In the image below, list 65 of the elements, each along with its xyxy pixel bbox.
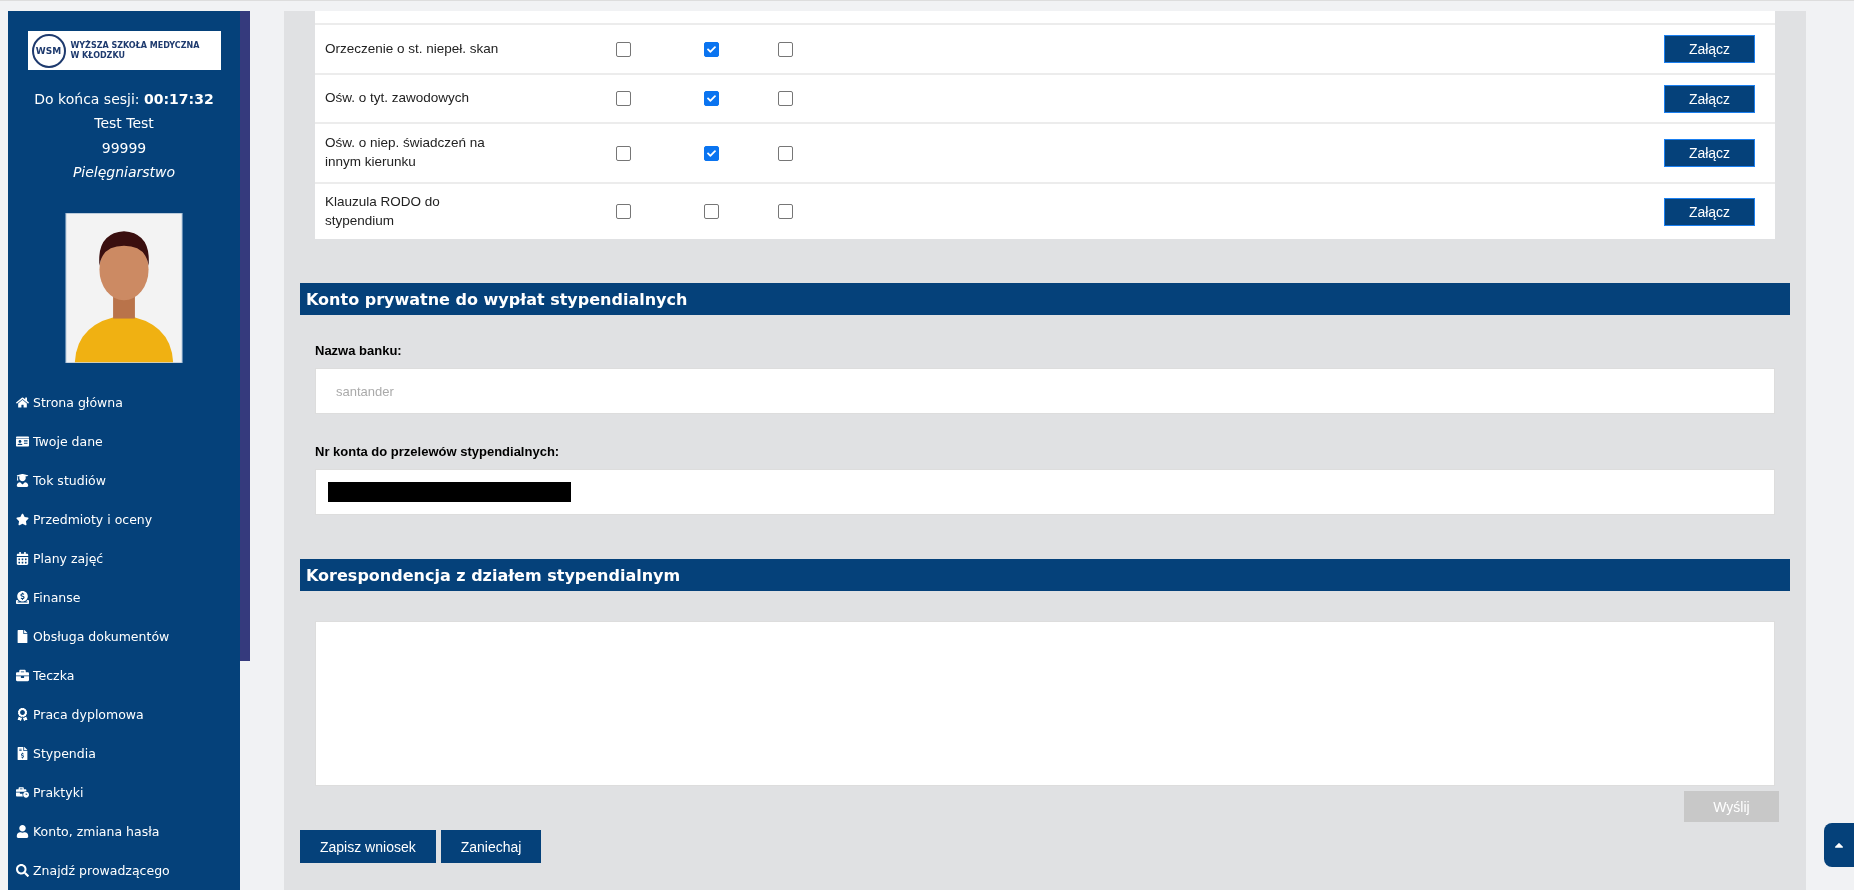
attach-button[interactable]: Załącz [1664, 139, 1755, 167]
study-program: Pielęgniarstwo [72, 162, 176, 181]
briefcase-clock-icon [16, 786, 29, 799]
checkbox[interactable] [778, 204, 793, 219]
checkbox[interactable] [704, 91, 719, 106]
star-icon [16, 513, 29, 526]
document-icon [16, 630, 29, 643]
menu-item[interactable]: Twoje dane [8, 422, 240, 461]
check-icon [707, 148, 716, 158]
checkbox[interactable] [616, 41, 631, 57]
menu-item[interactable]: Znajdź prowadzącego [8, 851, 240, 890]
session-timer: Do końca sesji: 00:17:32 [34, 90, 214, 109]
user-name: Test Test [94, 114, 154, 133]
table-cell-text: Ośw. o niep. świadczeń na innym kierunku [325, 134, 486, 171]
checkbox[interactable] [616, 145, 631, 161]
menu-item[interactable]: Tok studiów [8, 461, 240, 500]
attach-button[interactable]: Załącz [1664, 35, 1755, 63]
logo-text: WYŻSZA SZKOŁA MEDYCZNA W KŁODZKU [70, 40, 200, 61]
dollar-document-icon [16, 747, 29, 760]
checkbox[interactable] [704, 204, 719, 219]
scrollbar-thumb[interactable] [240, 11, 250, 661]
calendar-icon [16, 552, 29, 565]
table-cell-text: Orzeczenie o st. niepeł. skan [325, 39, 500, 58]
menu-item[interactable]: Stypendia [8, 734, 240, 773]
logo-monogram: WSM [31, 33, 66, 68]
user-id: 99999 [101, 138, 147, 157]
menu-item[interactable]: Praktyki [8, 773, 240, 812]
check-icon [707, 94, 716, 103]
action-button[interactable]: Zapisz wniosek [300, 830, 436, 863]
search-icon [16, 864, 29, 877]
checkbox[interactable] [616, 204, 631, 219]
graduate-icon [16, 474, 29, 487]
checkbox[interactable] [704, 41, 719, 57]
scroll-top-button[interactable] [1824, 823, 1854, 867]
table-cell-text: Klauzula RODO do stypendium [325, 192, 441, 230]
checkbox[interactable] [704, 145, 719, 161]
briefcase-icon [16, 669, 29, 682]
attach-button[interactable]: Załącz [1664, 197, 1755, 226]
section-header: Korespondencja z działem stypendialnym [300, 559, 1790, 591]
input-field[interactable]: santander [315, 368, 1775, 414]
award-icon [16, 708, 29, 721]
input-field[interactable] [315, 469, 1775, 515]
menu-item[interactable]: Strona główna [8, 383, 240, 422]
menu-item[interactable]: Przedmioty i oceny [8, 500, 240, 539]
menu-item[interactable]: Teczka [8, 656, 240, 695]
home-icon [16, 396, 29, 409]
field-label: Nazwa banku: [315, 343, 403, 358]
menu-item[interactable]: Plany zajęć [8, 539, 240, 578]
checkbox[interactable] [778, 41, 793, 57]
coin-hand-icon [16, 591, 29, 604]
action-button[interactable]: Zaniechaj [440, 830, 542, 863]
attach-button[interactable]: Załącz [1664, 84, 1755, 113]
checkbox[interactable] [616, 91, 631, 106]
table-cell-text: Ośw. o tyt. zawodowych [325, 89, 471, 108]
menu-item[interactable]: Obsługa dokumentów [8, 617, 240, 656]
menu-item[interactable]: Konto, zmiana hasła [8, 812, 240, 851]
id-card-icon [16, 435, 29, 448]
menu-item[interactable]: Praca dyplomowa [8, 695, 240, 734]
check-icon [707, 44, 716, 54]
user-icon [16, 825, 29, 838]
menu-item[interactable]: Finanse [8, 578, 240, 617]
field-label: Nr konta do przelewów stypendialnych: [315, 444, 561, 459]
checkbox[interactable] [778, 145, 793, 161]
section-header: Konto prywatne do wypłat stypendialnych [300, 283, 1790, 315]
checkbox[interactable] [778, 91, 793, 106]
